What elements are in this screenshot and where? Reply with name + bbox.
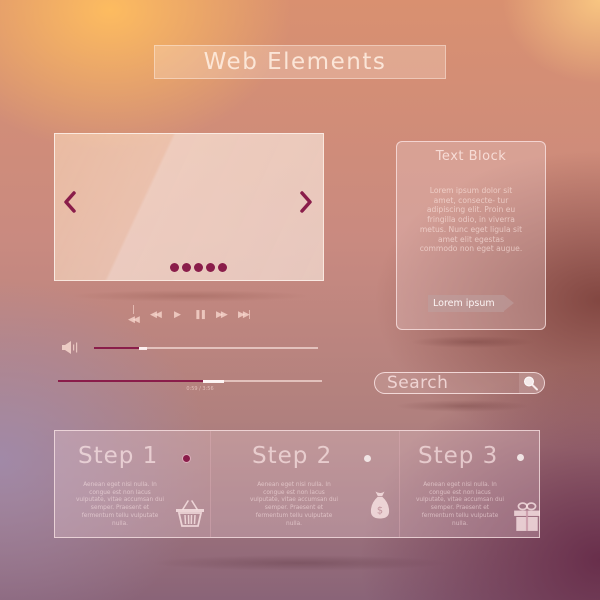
- text-block-shadow: [410, 336, 535, 348]
- search-input[interactable]: [387, 374, 507, 392]
- step-1-body: Aenean eget nisi nulla. In congue est no…: [76, 482, 164, 527]
- carousel-dot[interactable]: [206, 263, 215, 272]
- played-progress: [58, 380, 204, 382]
- step-3-body: Aenean eget nisi nulla. In congue est no…: [416, 482, 504, 527]
- image-carousel: [54, 133, 324, 281]
- skip-back-icon: |◀◀: [128, 305, 140, 325]
- search-shadow: [395, 400, 530, 412]
- page-title: Web Elements: [203, 49, 387, 75]
- page-title-banner: Web Elements: [154, 45, 446, 79]
- play-icon: ▶: [174, 310, 181, 320]
- step-3-indicator[interactable]: [517, 454, 524, 461]
- money-bag-icon: $: [370, 491, 390, 519]
- step-2-title: Step 2: [252, 443, 333, 469]
- skip-to-start-button[interactable]: |◀◀: [128, 305, 140, 325]
- search-icon: [524, 376, 538, 391]
- steps-shadow: [150, 555, 450, 571]
- pause-icon: ❚❚: [194, 310, 207, 320]
- search-bar: [374, 372, 545, 394]
- media-controls: |◀◀ ◀◀ ▶ ❚❚ ▶▶ ▶▶|: [128, 305, 251, 325]
- carousel-dot[interactable]: [170, 263, 179, 272]
- chevron-right-icon: [300, 191, 312, 213]
- text-block-body: Lorem ipsum dolor sit amet, consecte- tu…: [419, 186, 523, 254]
- step-2-indicator[interactable]: [364, 455, 371, 462]
- text-block-title: Text Block: [435, 149, 507, 164]
- fast-forward-icon: ▶▶: [216, 310, 228, 320]
- carousel-shadow: [70, 290, 310, 302]
- chevron-left-icon: [64, 191, 76, 213]
- text-block-button-label: Lorem ipsum: [433, 298, 495, 309]
- carousel-pagination: [170, 263, 227, 272]
- svg-text:$: $: [377, 505, 383, 516]
- carousel-prev-button[interactable]: [62, 189, 78, 220]
- search-button[interactable]: [519, 373, 544, 393]
- play-button[interactable]: ▶: [172, 310, 181, 320]
- fast-forward-button[interactable]: ▶▶: [216, 310, 228, 320]
- rewind-button[interactable]: ◀◀: [150, 310, 162, 320]
- playback-progress-bar[interactable]: [58, 379, 322, 383]
- step-1-indicator[interactable]: [183, 455, 190, 462]
- skip-to-end-button[interactable]: ▶▶|: [238, 310, 251, 320]
- speaker-icon[interactable]: [62, 341, 80, 354]
- pause-button[interactable]: ❚❚: [194, 310, 207, 320]
- carousel-dot[interactable]: [182, 263, 191, 272]
- playback-time: 0:59 / 3:56: [186, 386, 214, 392]
- carousel-dot[interactable]: [194, 263, 203, 272]
- skip-forward-icon: ▶▶|: [238, 310, 251, 320]
- text-block-button[interactable]: Lorem ipsum: [428, 295, 514, 312]
- carousel-next-button[interactable]: [298, 189, 314, 220]
- step-1-title: Step 1: [78, 443, 159, 469]
- step-divider: [210, 431, 211, 537]
- buffered-progress: [203, 379, 225, 383]
- carousel-dot[interactable]: [218, 263, 227, 272]
- volume-handle[interactable]: [138, 346, 147, 350]
- volume-level: [94, 347, 139, 349]
- step-divider: [399, 431, 400, 537]
- step-2-body: Aenean eget nisi nulla. In congue est no…: [250, 482, 338, 527]
- volume-slider[interactable]: [94, 346, 318, 350]
- step-3-title: Step 3: [418, 443, 499, 469]
- rewind-icon: ◀◀: [150, 310, 162, 320]
- basket-icon: [176, 500, 204, 527]
- gift-icon: [514, 502, 540, 531]
